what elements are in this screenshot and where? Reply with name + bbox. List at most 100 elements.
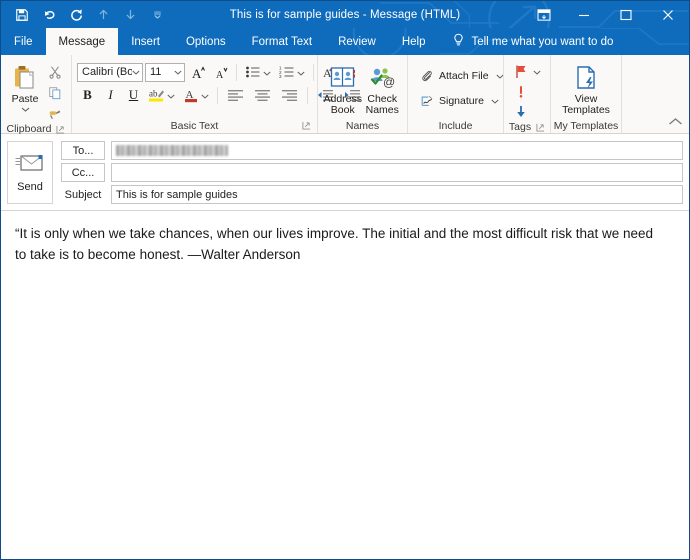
highlight-split-button[interactable]: ab — [146, 85, 178, 105]
tab-help[interactable]: Help — [389, 28, 439, 55]
to-input[interactable] — [111, 141, 683, 160]
address-book-icon — [329, 62, 356, 92]
tags-buttons — [510, 60, 544, 121]
lightbulb-icon — [452, 33, 465, 50]
address-book-button[interactable]: Address Book — [323, 60, 363, 116]
highlight-chevron-down-icon[interactable] — [167, 86, 178, 104]
compose-header: Send To... Cc... Subject This is for sam… — [1, 134, 689, 211]
text-highlight-color-button[interactable]: ab — [146, 85, 167, 105]
clipboard-dialog-launcher-icon[interactable] — [56, 125, 65, 134]
align-right-button[interactable] — [277, 85, 302, 105]
align-left-button[interactable] — [223, 85, 248, 105]
my-templates-group-label-row: My Templates — [551, 118, 621, 133]
tab-insert[interactable]: Insert — [118, 28, 173, 55]
tab-file[interactable]: File — [1, 28, 46, 55]
numbering-chevron-down-icon[interactable] — [297, 63, 308, 81]
svg-text:A: A — [216, 70, 224, 80]
subject-row: Subject This is for sample guides — [61, 185, 683, 204]
bullets-split-button[interactable] — [242, 62, 274, 82]
tell-me-search[interactable]: Tell me what you want to do — [438, 28, 623, 55]
include-group-label-row: Include — [408, 118, 503, 133]
ribbon: Paste — [1, 55, 689, 134]
cut-button[interactable] — [44, 62, 66, 81]
font-color-chevron-down-icon[interactable] — [201, 86, 212, 104]
font-size-combo[interactable]: 11 — [145, 63, 185, 82]
format-painter-button[interactable] — [44, 104, 66, 123]
cc-input[interactable] — [111, 163, 683, 182]
basic-text-group-label: Basic Text — [171, 120, 219, 132]
paste-chevron-down-icon[interactable] — [21, 104, 30, 115]
tags-group-label: Tags — [509, 121, 531, 133]
previous-item-icon — [90, 3, 116, 27]
grow-font-button[interactable]: A — [187, 62, 208, 82]
outlook-message-window: This is for sample guides - Message (HTM… — [0, 0, 690, 560]
underline-button[interactable]: U — [123, 85, 144, 105]
maximize-button[interactable] — [605, 1, 647, 28]
to-button[interactable]: To... — [61, 141, 105, 160]
font-name-combo[interactable]: Calibri (Bod — [77, 63, 143, 82]
signature-button[interactable]: Signature — [416, 91, 507, 110]
font-color-button[interactable]: A — [180, 85, 201, 105]
basic-text-separator-4 — [307, 87, 308, 104]
signature-icon — [419, 94, 435, 108]
message-body-area[interactable]: “It is only when we take chances, when o… — [1, 211, 689, 559]
quick-access-toolbar — [1, 3, 170, 27]
to-row: To... — [61, 141, 683, 160]
font-color-split-button[interactable]: A — [180, 85, 212, 105]
clipboard-group-label: Clipboard — [7, 123, 52, 135]
follow-up-chevron-down-icon[interactable] — [533, 66, 541, 78]
tab-options[interactable]: Options — [173, 28, 239, 55]
paste-icon — [12, 62, 38, 92]
send-column: Send — [7, 141, 53, 204]
low-importance-button[interactable] — [510, 102, 544, 121]
numbering-split-button[interactable]: 1 2 3 — [276, 62, 308, 82]
close-button[interactable] — [647, 1, 689, 28]
subject-label: Subject — [61, 185, 105, 204]
scissors-icon — [47, 65, 63, 79]
check-names-button[interactable]: @ Check Names — [363, 60, 403, 116]
align-center-button[interactable] — [250, 85, 275, 105]
to-recipient-redacted — [116, 145, 228, 156]
view-templates-button[interactable]: View Templates — [556, 60, 616, 116]
italic-button[interactable]: I — [100, 85, 121, 105]
collapse-ribbon-button[interactable] — [668, 113, 683, 131]
attach-file-button[interactable]: Attach File — [416, 66, 507, 85]
tab-review[interactable]: Review — [325, 28, 389, 55]
basic-text-group-label-row: Basic Text — [72, 118, 317, 133]
high-importance-button[interactable] — [510, 82, 544, 101]
paste-button[interactable]: Paste — [6, 60, 44, 115]
format-painter-icon — [47, 107, 63, 121]
ribbon-group-include: Attach File — [407, 55, 503, 133]
send-button[interactable]: Send — [7, 141, 53, 204]
svg-text:3: 3 — [279, 74, 282, 79]
tab-format-text[interactable]: Format Text — [239, 28, 326, 55]
customize-quick-access-toolbar-icon[interactable] — [144, 3, 170, 27]
save-icon[interactable] — [9, 3, 35, 27]
underline-label: U — [129, 87, 138, 103]
ribbon-display-options-button[interactable] — [525, 1, 563, 28]
subject-input[interactable]: This is for sample guides — [111, 185, 683, 204]
tab-message[interactable]: Message — [46, 28, 119, 55]
tags-dialog-launcher-icon[interactable] — [536, 123, 545, 132]
copy-button[interactable] — [44, 83, 66, 102]
shrink-font-button[interactable]: A — [210, 62, 231, 82]
signature-label: Signature — [439, 95, 484, 107]
undo-icon[interactable] — [36, 3, 62, 27]
tell-me-label: Tell me what you want to do — [471, 36, 613, 48]
bold-button[interactable]: B — [77, 85, 98, 105]
signature-chevron-down-icon[interactable] — [491, 95, 499, 107]
bullets-chevron-down-icon[interactable] — [263, 63, 274, 81]
bullets-button[interactable] — [242, 62, 263, 82]
cc-button[interactable]: Cc... — [61, 163, 105, 182]
basic-text-dialog-launcher-icon[interactable] — [302, 121, 311, 130]
minimize-button[interactable] — [563, 1, 605, 28]
follow-up-button[interactable] — [510, 62, 544, 81]
basic-text-separator-2 — [313, 64, 314, 81]
cc-row: Cc... — [61, 163, 683, 182]
numbering-button[interactable]: 1 2 3 — [276, 62, 297, 82]
svg-text:A: A — [192, 66, 202, 80]
ribbon-group-tags: Tags — [503, 55, 550, 133]
message-body-text[interactable]: “It is only when we take chances, when o… — [15, 223, 665, 265]
svg-text:ab: ab — [149, 89, 158, 99]
redo-icon[interactable] — [63, 3, 89, 27]
